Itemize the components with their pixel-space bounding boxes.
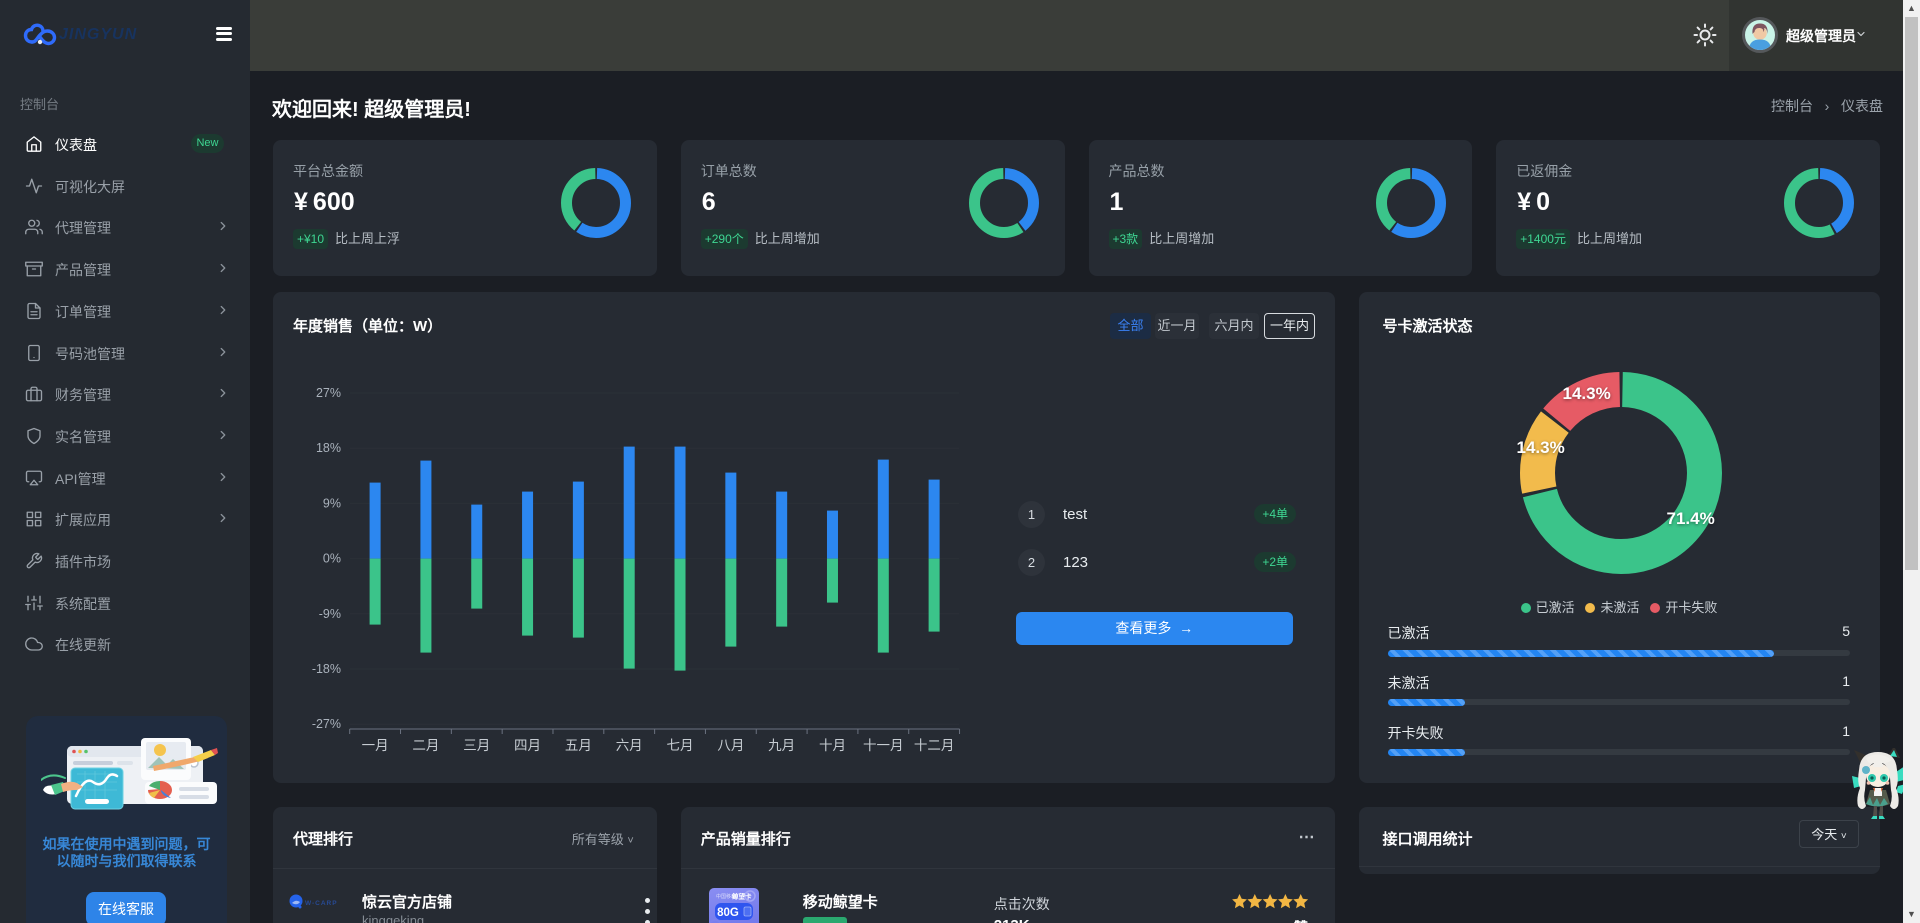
svg-text:80G: 80G [717,907,739,919]
svg-text:18%: 18% [316,441,341,455]
svg-text:七月: 七月 [667,738,694,753]
svg-text:十一月: 十一月 [863,738,904,753]
svg-text:十月: 十月 [819,738,846,753]
svg-text:鲸望卡: 鲸望卡 [732,892,752,901]
svg-text:0%: 0% [323,552,341,566]
svg-text:十二月: 十二月 [914,738,955,753]
svg-text:一月: 一月 [362,738,389,753]
svg-text:-9%: -9% [319,607,341,621]
svg-text:-27%: -27% [312,717,341,731]
svg-text:二月: 二月 [412,738,439,753]
svg-text:27%: 27% [316,386,341,400]
svg-text:9%: 9% [323,496,341,510]
svg-text:九月: 九月 [768,738,795,753]
svg-text:五月: 五月 [565,738,592,753]
svg-text:四月: 四月 [514,738,541,753]
svg-text:-18%: -18% [312,662,341,676]
svg-text:六月: 六月 [616,738,643,753]
svg-text:八月: 八月 [717,738,744,753]
svg-text:三月: 三月 [463,738,490,753]
svg-text:W-CARP: W-CARP [305,900,338,907]
